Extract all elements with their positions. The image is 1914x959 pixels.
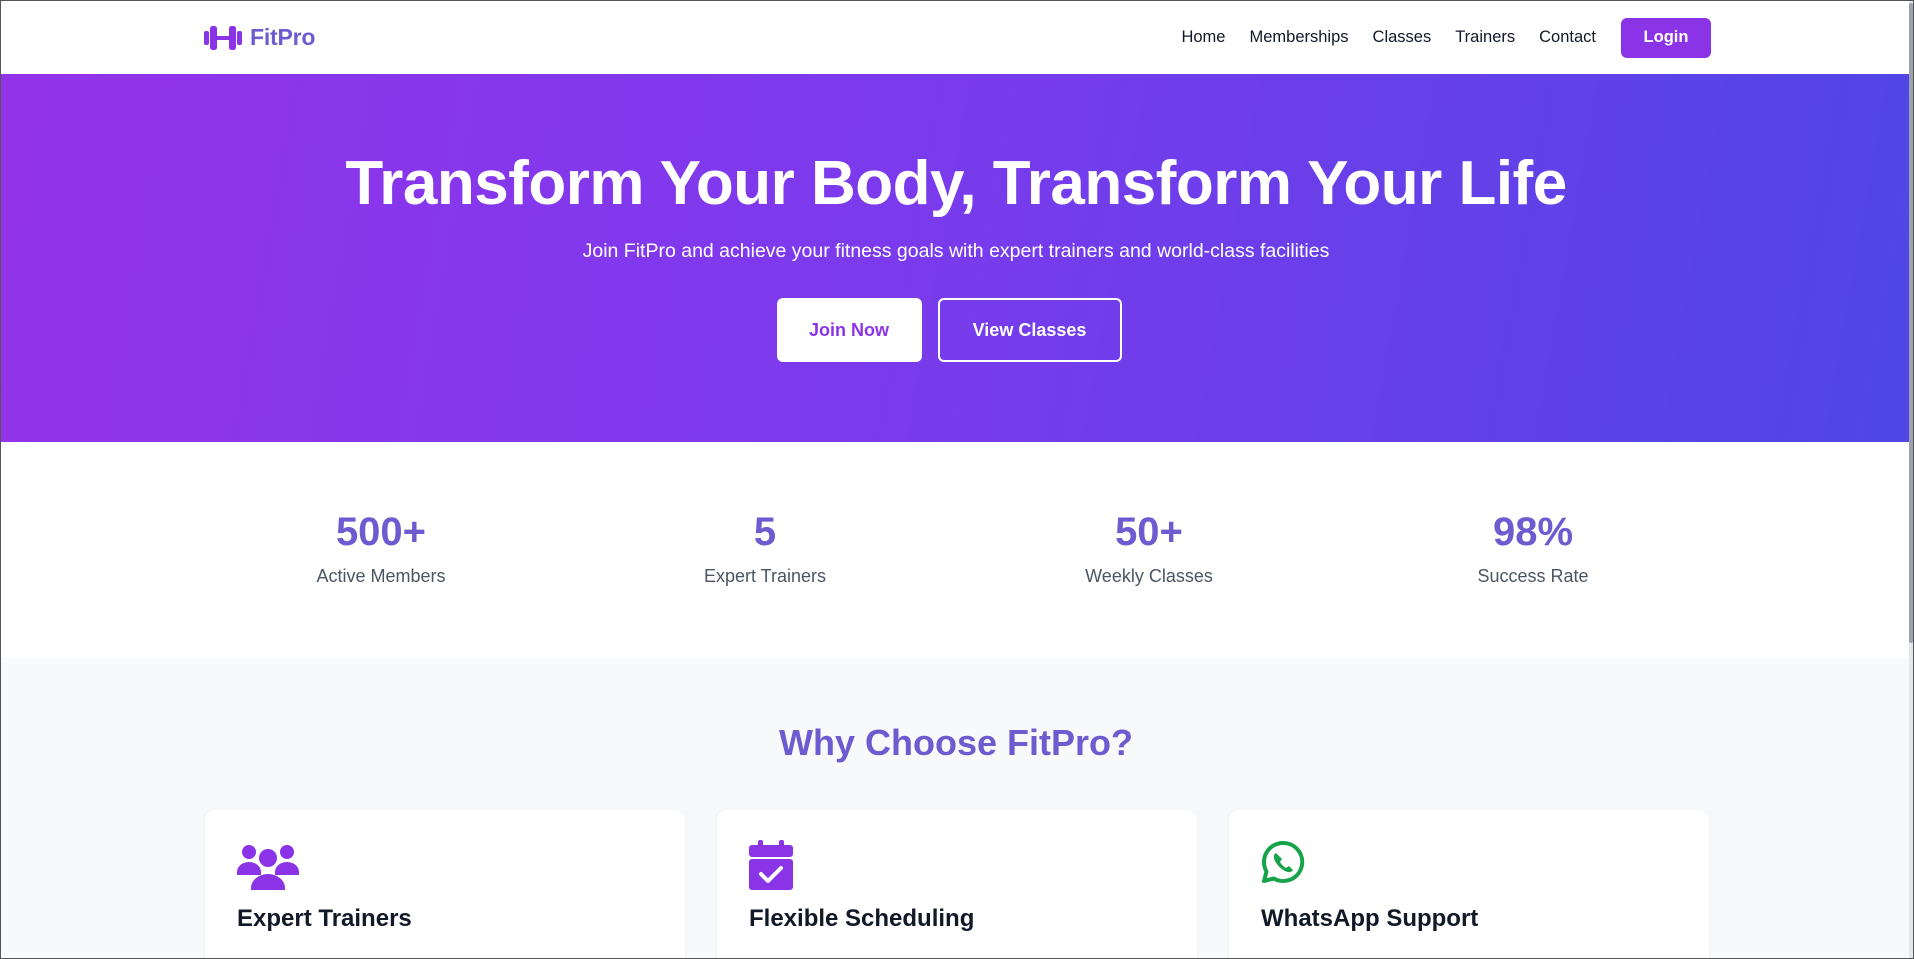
whatsapp-icon xyxy=(1261,840,1311,890)
section-title: Why Choose FitPro? xyxy=(779,722,1133,763)
stat-value: 50+ xyxy=(1115,510,1183,554)
feature-card-expert-trainers: Expert Trainers xyxy=(205,810,685,958)
feature-card-title: WhatsApp Support xyxy=(1261,905,1479,932)
stat-label: Expert Trainers xyxy=(703,566,827,586)
hero-section: Transform Your Body, Transform Your Life… xyxy=(1,74,1911,442)
stat-weekly-classes: 50+ Weekly Classes xyxy=(999,512,1299,587)
page-frame: FitPro Home Memberships Classes Trainers… xyxy=(0,0,1914,959)
brand-name: FitPro xyxy=(250,24,316,50)
nav-link-classes[interactable]: Classes xyxy=(1373,28,1432,47)
hero-actions: Join Now View Classes xyxy=(1,298,1911,362)
scrollbar-thumb[interactable] xyxy=(1909,3,1913,643)
nav-link-trainers[interactable]: Trainers xyxy=(1455,28,1515,47)
hero-subtitle: Join FitPro and achieve your fitness goa… xyxy=(582,240,1330,262)
why-choose-section: Why Choose FitPro? Expert Trainers Flexi… xyxy=(1,658,1911,958)
stat-value: 5 xyxy=(753,510,777,554)
login-button[interactable]: Login xyxy=(1621,17,1711,58)
feature-card-flexible-scheduling: Flexible Scheduling xyxy=(717,810,1197,958)
feature-card-title: Flexible Scheduling xyxy=(749,905,975,932)
top-navbar: FitPro Home Memberships Classes Trainers… xyxy=(1,1,1911,74)
stat-value: 98% xyxy=(1492,510,1574,554)
nav-link-memberships[interactable]: Memberships xyxy=(1249,28,1348,47)
brand-logo[interactable]: FitPro xyxy=(204,24,315,52)
stat-label: Success Rate xyxy=(1477,566,1589,586)
stat-label: Active Members xyxy=(316,566,446,586)
nav-link-home[interactable]: Home xyxy=(1181,28,1225,47)
stat-success-rate: 98% Success Rate xyxy=(1383,512,1683,587)
view-classes-button[interactable]: View Classes xyxy=(937,298,1122,362)
calendar-check-icon xyxy=(749,840,799,890)
stat-label: Weekly Classes xyxy=(1085,566,1213,586)
main-nav: Home Memberships Classes Trainers Contac… xyxy=(1181,17,1711,58)
users-icon xyxy=(237,840,299,890)
hero-title: Transform Your Body, Transform Your Life xyxy=(345,149,1567,218)
join-now-button[interactable]: Join Now xyxy=(776,298,922,362)
feature-card-title: Expert Trainers xyxy=(237,905,412,932)
stat-active-members: 500+ Active Members xyxy=(231,512,531,587)
feature-card-whatsapp-support: WhatsApp Support xyxy=(1229,810,1709,958)
stat-value: 500+ xyxy=(335,510,427,554)
stats-section: 500+ Active Members 5 Expert Trainers 50… xyxy=(1,442,1911,658)
page-scrollbar[interactable] xyxy=(1909,1,1913,958)
stat-expert-trainers: 5 Expert Trainers xyxy=(615,512,915,587)
nav-link-contact[interactable]: Contact xyxy=(1539,28,1596,47)
dumbbell-icon xyxy=(204,24,242,52)
